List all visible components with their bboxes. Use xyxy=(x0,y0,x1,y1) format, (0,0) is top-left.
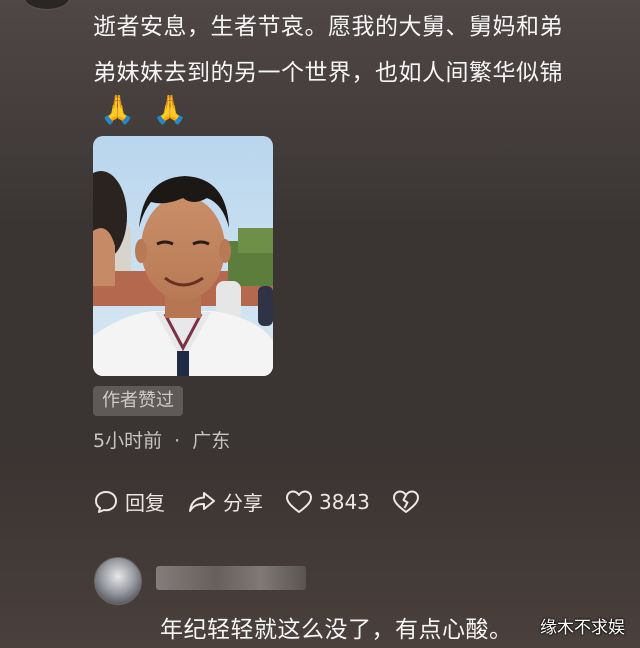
reply-bubble-icon xyxy=(95,490,117,513)
reply-user-avatar[interactable] xyxy=(94,557,142,605)
comment-meta: 5小时前 · 广东 xyxy=(93,427,230,455)
comment-actions: 回复 分享 3843 xyxy=(93,487,448,516)
like-count: 3843 xyxy=(319,489,370,514)
comment-photo[interactable] xyxy=(93,136,273,376)
praying-hands-emoji: 🙏 xyxy=(100,93,135,126)
reply-button[interactable]: 回复 xyxy=(93,487,165,516)
reply-text: 年纪轻轻就这么没了，有点心酸。 xyxy=(160,617,513,643)
comment-time: 5小时前 xyxy=(93,430,163,452)
portrait-photo xyxy=(93,136,273,376)
broken-heart-icon xyxy=(392,490,419,513)
share-button[interactable]: 分享 xyxy=(187,487,263,516)
comment-line: 弟妹妹去到的另一个世界，也如人间繁华似锦 xyxy=(93,60,563,86)
praying-hands-emoji: 🙏 xyxy=(152,93,188,126)
comment-location: 广东 xyxy=(192,430,231,452)
reply-label: 回复 xyxy=(125,491,165,515)
share-label: 分享 xyxy=(223,491,263,515)
author-liked-badge: 作者赞过 xyxy=(93,386,183,416)
heart-icon xyxy=(286,490,312,513)
share-arrow-icon xyxy=(189,491,215,512)
reply-username-blurred[interactable] xyxy=(156,566,306,590)
like-button[interactable]: 3843 xyxy=(285,489,370,515)
emoji-row: 🙏 🙏 xyxy=(100,94,188,126)
watermark: 缘木不求娱 xyxy=(540,618,625,638)
previous-commenter-avatar[interactable] xyxy=(24,0,70,10)
comment-text: 逝者安息，生者节哀。愿我的大舅、舅妈和弟 弟妹妹去到的另一个世界，也如人间繁华似… xyxy=(93,4,628,96)
comment-line: 逝者安息，生者节哀。愿我的大舅、舅妈和弟 xyxy=(93,14,563,40)
dislike-button[interactable] xyxy=(392,489,426,515)
meta-separator: · xyxy=(174,430,181,452)
